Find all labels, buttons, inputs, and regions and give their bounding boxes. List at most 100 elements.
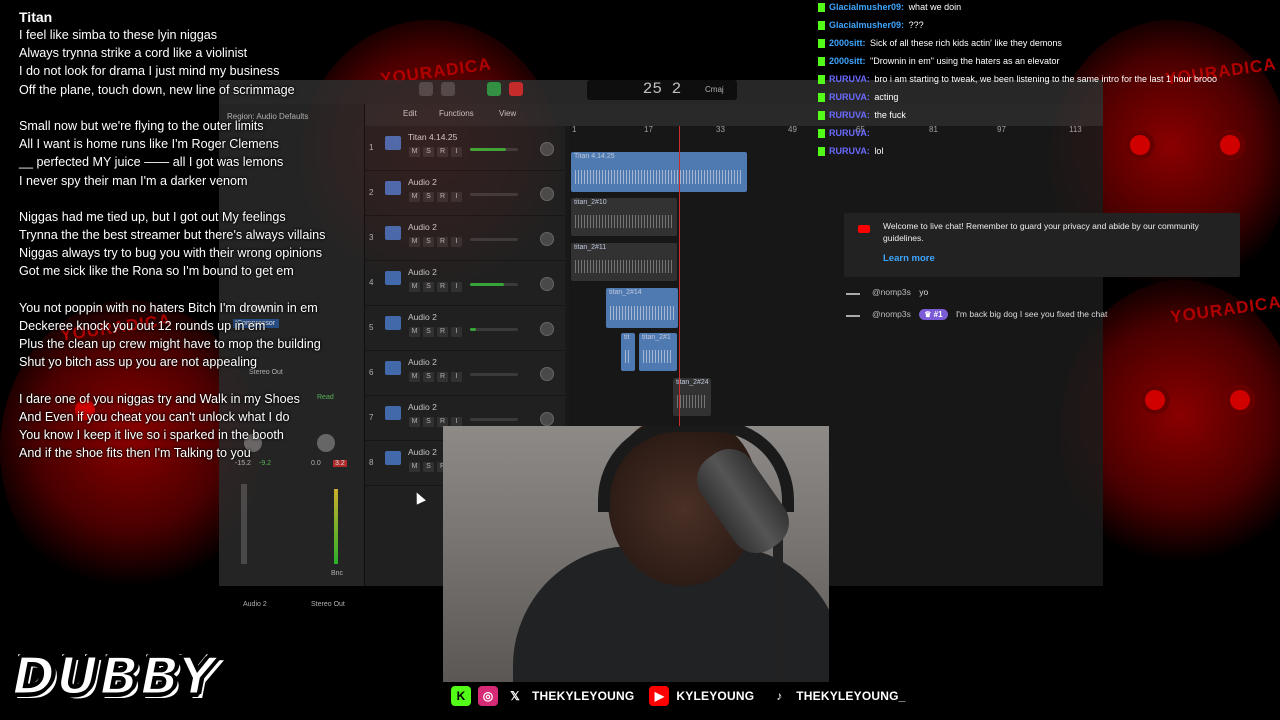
track-volume-fader[interactable] <box>470 283 518 286</box>
chat-username[interactable]: RURUVA: <box>829 92 870 102</box>
track-volume-fader[interactable] <box>470 148 518 151</box>
pan-knob[interactable] <box>540 412 554 426</box>
chat-username[interactable]: Glacialmusher09: <box>829 20 904 30</box>
lyric-line: __ perfected MY juice —— all I got was l… <box>19 155 284 170</box>
track-solo-button[interactable]: S <box>423 147 434 157</box>
track-volume-fader[interactable] <box>470 238 518 241</box>
track-input-button[interactable]: I <box>451 372 462 382</box>
track-volume-fader[interactable] <box>470 373 518 376</box>
track-name[interactable]: Audio 2 <box>408 357 437 367</box>
track-mute-button[interactable]: M <box>409 417 420 427</box>
bounce-button[interactable]: Bnc <box>331 570 343 577</box>
track-solo-button[interactable]: S <box>423 237 434 247</box>
track-record-button[interactable]: R <box>437 327 448 337</box>
forward-button[interactable] <box>441 82 455 96</box>
track-solo-button[interactable]: S <box>423 372 434 382</box>
chat-username[interactable]: RURUVA: <box>829 74 870 84</box>
track-input-button[interactable]: I <box>451 237 462 247</box>
chat-username[interactable]: RURUVA: <box>829 128 870 138</box>
track-solo-button[interactable]: S <box>423 192 434 202</box>
fader-fill <box>470 283 504 286</box>
track-solo-button[interactable]: S <box>423 417 434 427</box>
track-name[interactable]: Audio 2 <box>408 177 437 187</box>
social-handle: THEKYLEYOUNG_ <box>796 689 906 703</box>
track-input-button[interactable]: I <box>451 327 462 337</box>
pan-knob[interactable] <box>540 322 554 336</box>
track-solo-button[interactable]: S <box>423 327 434 337</box>
region-name: titan_2#14 <box>609 289 642 296</box>
verse-gap <box>19 281 399 299</box>
track-name[interactable]: Titan 4.14.25 <box>408 132 457 142</box>
audio-region[interactable]: titan_2#10 <box>571 198 677 236</box>
notice-text: Welcome to live chat! Remember to guard … <box>883 221 1199 243</box>
chat-text: Sick of all these rich kids actin' like … <box>870 38 1062 48</box>
track-solo-button[interactable]: S <box>423 282 434 292</box>
ruler-bar-number: 97 <box>997 125 1006 134</box>
track-input-button[interactable]: I <box>451 282 462 292</box>
audio-region[interactable]: titan_2#11 <box>571 243 677 281</box>
chat-arrow-icon <box>846 310 860 317</box>
track-record-button[interactable]: R <box>437 192 448 202</box>
pan-knob[interactable] <box>540 232 554 246</box>
track-record-button[interactable]: R <box>437 147 448 157</box>
region-name: titan_2#11 <box>574 244 607 251</box>
chat-username[interactable]: RURUVA: <box>829 146 870 156</box>
record-button[interactable] <box>509 82 523 96</box>
track-record-button[interactable]: R <box>437 282 448 292</box>
chat-text: the fuck <box>874 110 906 120</box>
audio-region[interactable]: tit <box>621 333 635 371</box>
chat-text: lol <box>874 146 884 156</box>
track-solo-button[interactable]: S <box>423 462 434 472</box>
chat-username[interactable]: 2000sitt: <box>829 56 866 66</box>
playhead[interactable] <box>679 126 680 426</box>
track-volume-fader[interactable] <box>470 193 518 196</box>
chat-username[interactable]: RURUVA: <box>829 110 870 120</box>
track-name[interactable]: Audio 2 <box>408 402 437 412</box>
track-record-button[interactable]: R <box>437 237 448 247</box>
track-name[interactable]: Audio 2 <box>408 447 437 457</box>
track-name[interactable]: Audio 2 <box>408 312 437 322</box>
play-button[interactable] <box>487 82 501 96</box>
track-record-button[interactable]: R <box>437 372 448 382</box>
lyric-line: Small now but we're flying to the outer … <box>19 118 264 133</box>
pan-knob[interactable] <box>540 142 554 156</box>
audio-region[interactable]: titan_2#1 <box>639 333 677 371</box>
view-menu[interactable]: View <box>499 109 516 118</box>
rewind-button[interactable] <box>419 82 433 96</box>
edit-menu[interactable]: Edit <box>403 109 417 118</box>
kick-badge-icon <box>818 57 825 67</box>
chat-username[interactable]: 2000sitt: <box>829 38 866 48</box>
live-chat-notice: Welcome to live chat! Remember to guard … <box>844 213 1240 277</box>
verse-gap <box>19 99 399 117</box>
chat-username[interactable]: Glacialmusher09: <box>829 2 904 12</box>
lyrics-body: I feel like simba to these lyin niggas Al… <box>19 26 399 463</box>
track-mute-button[interactable]: M <box>409 282 420 292</box>
track-input-button[interactable]: I <box>451 147 462 157</box>
track-volume-fader[interactable] <box>470 418 518 421</box>
track-mute-button[interactable]: M <box>409 327 420 337</box>
track-name[interactable]: Audio 2 <box>408 267 437 277</box>
track-name[interactable]: Audio 2 <box>408 222 437 232</box>
chat-text: bro i am starting to tweak, we been list… <box>874 74 1218 84</box>
learn-more-link[interactable]: Learn more <box>883 253 935 264</box>
track-mute-button[interactable]: M <box>409 372 420 382</box>
track-volume-fader[interactable] <box>470 328 518 331</box>
pan-knob[interactable] <box>540 187 554 201</box>
functions-menu[interactable]: Functions <box>439 109 474 118</box>
audio-region[interactable]: Titan 4.14.25 <box>571 152 747 192</box>
yt-chat-message: @nomp3s ♛ #1 I'm back big dog I see you … <box>872 309 1107 320</box>
track-mute-button[interactable]: M <box>409 462 420 472</box>
pan-knob[interactable] <box>540 367 554 381</box>
pan-knob[interactable] <box>540 277 554 291</box>
track-input-button[interactable]: I <box>451 192 462 202</box>
instagram-icon: ◎ <box>478 686 498 706</box>
track-mute-button[interactable]: M <box>409 237 420 247</box>
audio-region[interactable]: titan_2#14 <box>606 288 678 328</box>
bg-logo-eye <box>1140 385 1170 415</box>
lcd-position: 25 2 <box>642 80 682 98</box>
level-meter <box>334 489 338 564</box>
channel-fader[interactable] <box>241 484 247 564</box>
track-mute-button[interactable]: M <box>409 147 420 157</box>
track-buttons: MSRI <box>409 327 462 337</box>
track-mute-button[interactable]: M <box>409 192 420 202</box>
